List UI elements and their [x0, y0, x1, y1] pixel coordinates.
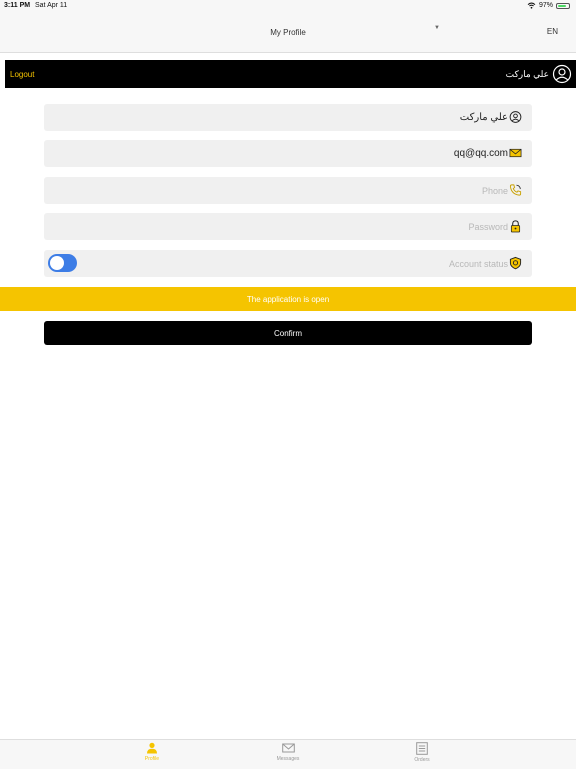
account-status-label: Account status: [448, 259, 508, 269]
password-field[interactable]: Password: [44, 213, 532, 240]
user-avatar-icon[interactable]: [552, 64, 572, 84]
tab-bar: Profile Messages Orders: [0, 739, 576, 769]
password-placeholder: Password: [468, 222, 508, 232]
status-right: 97%: [527, 2, 570, 9]
email-value: qq@qq.com: [453, 148, 508, 159]
language-button[interactable]: EN: [547, 27, 558, 36]
status-bar: 3:11 PM Sat Apr 11 97%: [0, 0, 576, 14]
tab-messages[interactable]: Messages: [258, 742, 318, 768]
lock-icon: [510, 220, 521, 233]
tab-label: Messages: [276, 756, 300, 762]
user-circle-icon: [509, 111, 522, 123]
app-status-banner: The application is open: [0, 287, 576, 311]
phone-icon: [509, 184, 522, 196]
battery-percent: 97%: [538, 2, 553, 9]
chevron-down-icon[interactable]: ▼: [434, 25, 440, 31]
email-field[interactable]: qq@qq.com: [44, 140, 532, 167]
confirm-button[interactable]: Confirm: [44, 321, 532, 345]
tab-label: Orders: [414, 757, 430, 763]
name-field[interactable]: علي ماركت: [44, 104, 532, 131]
battery-icon: [556, 2, 570, 9]
tab-orders[interactable]: Orders: [392, 742, 452, 768]
tab-label: Profile: [144, 756, 160, 762]
name-value: علي ماركت: [459, 112, 508, 123]
person-icon: [147, 742, 157, 754]
wifi-icon: [527, 2, 536, 9]
account-status-toggle[interactable]: [48, 254, 77, 272]
toggle-knob: [50, 256, 64, 270]
status-time: 3:11 PM: [4, 2, 31, 9]
phone-placeholder: Phone: [481, 186, 508, 196]
tab-profile[interactable]: Profile: [122, 742, 182, 768]
user-name: علي ماركت: [505, 69, 549, 79]
shield-icon: [509, 256, 522, 270]
list-icon: [416, 742, 428, 755]
page-title: My Profile: [270, 28, 306, 37]
phone-field[interactable]: Phone: [44, 177, 532, 204]
account-status-field: Account status: [44, 250, 532, 277]
app-status-text: The application is open: [246, 295, 330, 304]
status-date: Sat Apr 11: [35, 2, 68, 9]
envelope-icon: [281, 743, 295, 753]
user-bar: Logout علي ماركت: [5, 60, 576, 88]
envelope-icon: [509, 148, 522, 158]
nav-bar: My Profile ▼ EN: [0, 14, 576, 53]
logout-button[interactable]: Logout: [10, 70, 34, 79]
